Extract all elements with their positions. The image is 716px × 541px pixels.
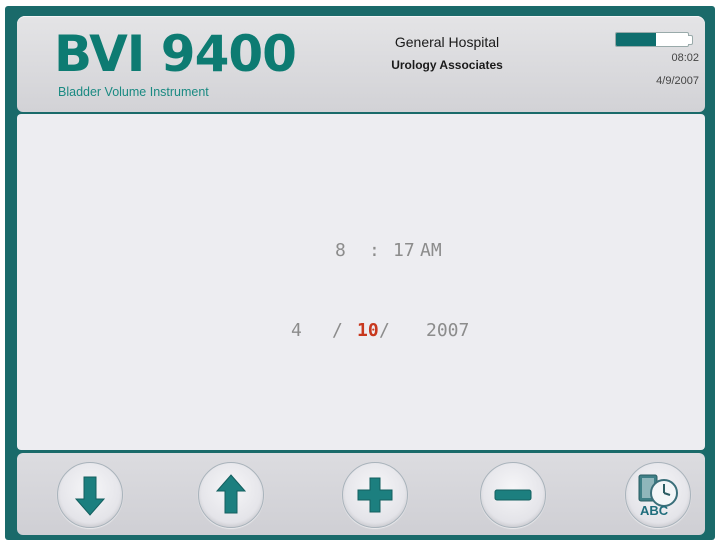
date-separator: / xyxy=(332,320,343,341)
minus-button[interactable] xyxy=(480,462,546,528)
header-bar: BVI 9400 Bladder Volume Instrument Gener… xyxy=(17,16,705,112)
hour-field[interactable]: 8 xyxy=(335,240,346,261)
button-toolbar: ABC xyxy=(17,453,705,535)
down-arrow-button[interactable] xyxy=(57,462,123,528)
battery-tip xyxy=(688,35,693,45)
brand-subtitle: Bladder Volume Instrument xyxy=(58,85,209,99)
arrow-up-icon xyxy=(215,474,247,514)
date-time-setup-panel: 8 : 17 AM 4 / 10 / 2007 xyxy=(17,114,705,450)
header-date: 4/9/2007 xyxy=(656,75,699,87)
time-row: 8 : 17 AM xyxy=(17,240,705,264)
up-arrow-button[interactable] xyxy=(198,462,264,528)
battery-level xyxy=(616,33,656,46)
arrow-down-icon xyxy=(74,476,106,516)
time-separator: : xyxy=(369,240,380,261)
abc-label: ABC xyxy=(640,503,669,518)
day-field[interactable]: 10 xyxy=(357,320,379,341)
minus-icon xyxy=(494,489,532,501)
plus-icon xyxy=(357,477,393,513)
header-clock: 08:02 xyxy=(671,52,699,64)
battery-icon xyxy=(615,32,693,47)
plus-button[interactable] xyxy=(342,462,408,528)
brand-logo-title: BVI 9400 xyxy=(54,25,297,83)
battery-body xyxy=(615,32,689,47)
date-row: 4 / 10 / 2007 xyxy=(17,320,705,344)
device-frame: BVI 9400 Bladder Volume Instrument Gener… xyxy=(5,6,715,540)
minute-field[interactable]: 17 xyxy=(393,240,415,261)
month-field[interactable]: 4 xyxy=(291,320,302,341)
practice-name: Urology Associates xyxy=(391,58,503,72)
date-separator: / xyxy=(379,320,390,341)
clock-abc-button[interactable]: ABC xyxy=(625,462,691,528)
facility-name: General Hospital xyxy=(394,34,500,50)
year-field[interactable]: 2007 xyxy=(426,320,469,341)
ampm-field[interactable]: AM xyxy=(420,240,442,261)
